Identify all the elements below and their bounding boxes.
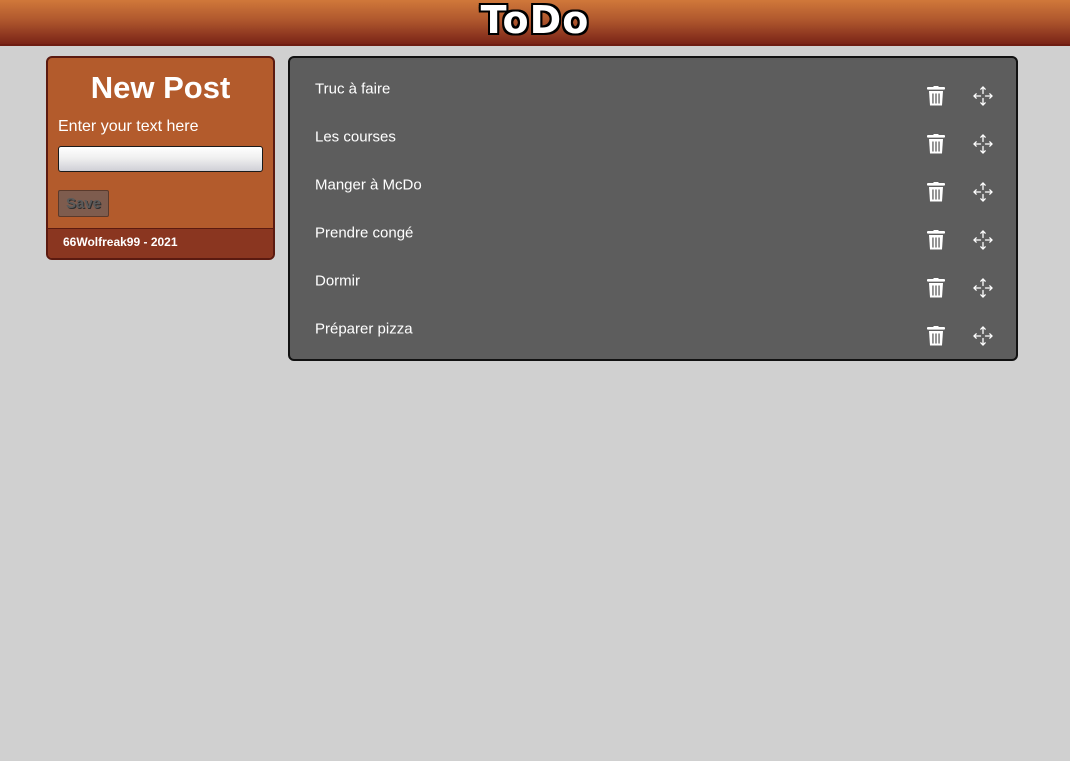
todo-item-label: Manger à McDo — [315, 176, 422, 194]
trash-icon[interactable] — [927, 134, 945, 154]
move-icon[interactable] — [972, 277, 994, 299]
move-icon[interactable] — [972, 229, 994, 251]
todo-item: Préparer pizza — [290, 305, 1016, 353]
new-post-title: New Post — [90, 70, 231, 105]
app-header: ToDo — [0, 0, 1070, 46]
new-post-footer: 66Wolfreak99 - 2021 — [48, 228, 273, 258]
todo-item: Les courses — [290, 113, 1016, 161]
new-post-card: New Post Enter your text here Save 66Wol… — [46, 56, 275, 260]
app-title: ToDo — [480, 0, 590, 42]
todo-item-label: Préparer pizza — [315, 320, 413, 338]
trash-icon[interactable] — [927, 86, 945, 106]
todo-item-label: Prendre congé — [315, 224, 414, 242]
move-icon[interactable] — [972, 181, 994, 203]
trash-icon[interactable] — [927, 230, 945, 250]
move-icon[interactable] — [972, 133, 994, 155]
todo-item: Dormir — [290, 257, 1016, 305]
save-button[interactable]: Save — [58, 190, 109, 217]
trash-icon[interactable] — [927, 182, 945, 202]
trash-icon[interactable] — [927, 278, 945, 298]
move-icon[interactable] — [972, 325, 994, 347]
new-post-input[interactable] — [58, 146, 263, 172]
todo-item: Prendre congé — [290, 209, 1016, 257]
todo-item: Manger à McDo — [290, 161, 1016, 209]
footer-credit: 66Wolfreak99 - 2021 — [63, 235, 178, 249]
todo-list: Truc à faire Les courses Manger à McDo P… — [288, 56, 1018, 361]
new-post-prompt: Enter your text here — [58, 118, 199, 135]
todo-item-label: Truc à faire — [315, 80, 391, 98]
trash-icon[interactable] — [927, 326, 945, 346]
todo-item-label: Dormir — [315, 272, 360, 290]
todo-item: Truc à faire — [290, 65, 1016, 113]
todo-item-label: Les courses — [315, 128, 396, 146]
move-icon[interactable] — [972, 85, 994, 107]
